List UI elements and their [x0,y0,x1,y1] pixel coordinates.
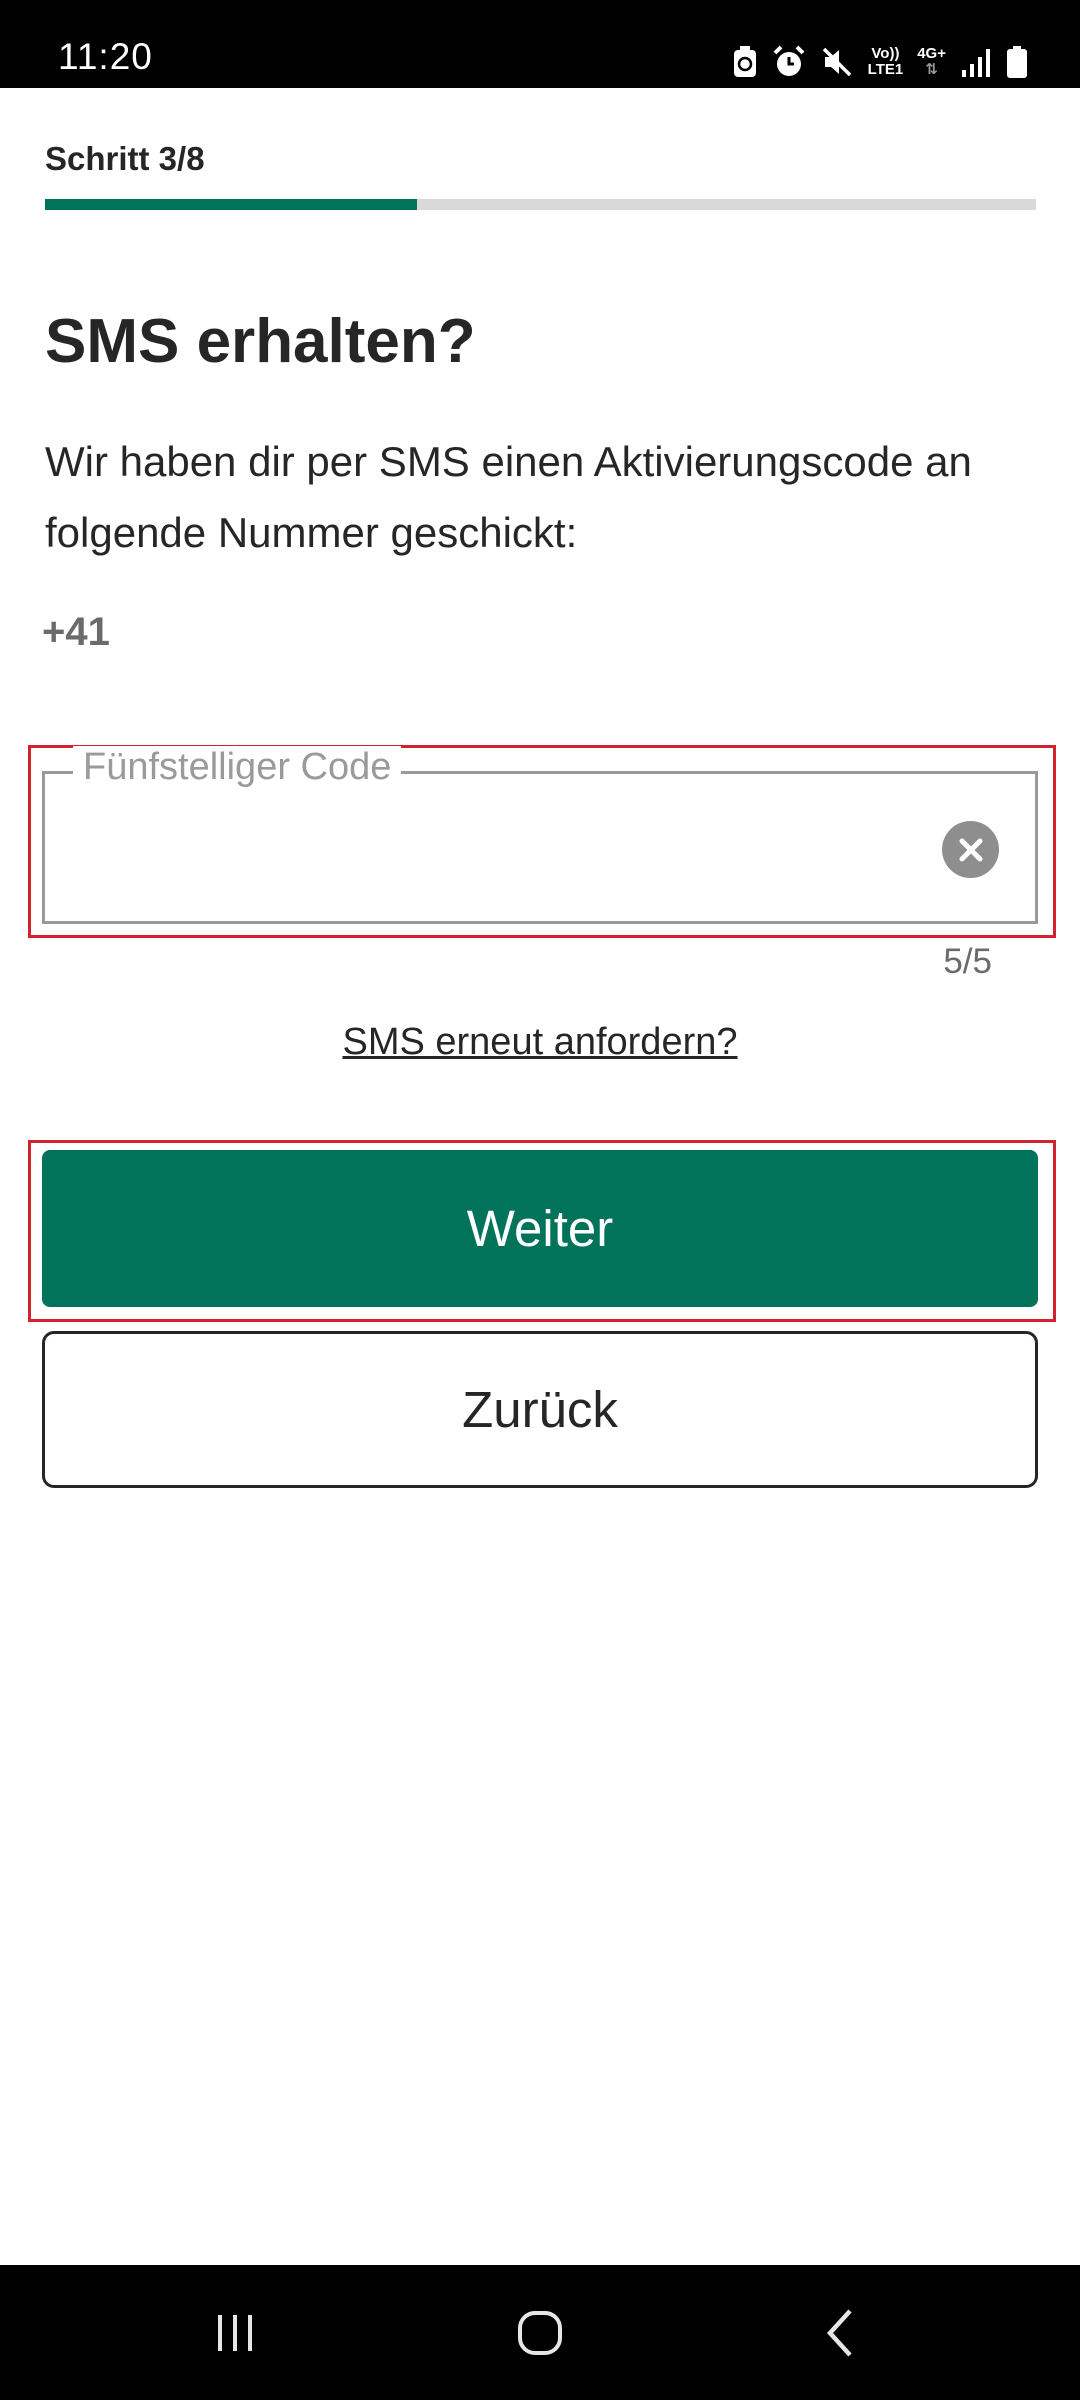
home-button[interactable] [450,2265,630,2400]
step-label: Schritt 3/8 [45,140,205,177]
char-counter: 5/5 [943,942,992,981]
alarm-icon [773,45,805,76]
step-progress-fill [45,199,417,210]
home-icon [518,2310,562,2355]
volte-icon: Vo)) LTE1 [867,45,904,78]
phone-number: +41 [42,610,110,654]
resend-sms-link[interactable]: SMS erneut anfordern? [0,1021,1080,1064]
back-nav-button[interactable] [750,2265,930,2400]
continue-button[interactable]: Weiter [42,1150,1038,1307]
close-icon [959,838,982,861]
back-button[interactable]: Zurück [42,1331,1038,1488]
code-field-label: Fünfstelliger Code [73,746,402,789]
page-title: SMS erhalten? [45,307,476,376]
battery-icon [1007,46,1027,78]
status-time: 11:20 [58,36,153,77]
signal-icon [962,49,990,77]
clear-input-button[interactable] [942,821,999,878]
battery-saver-icon [733,46,756,77]
mute-icon [822,47,851,77]
page-description: Wir haben dir per SMS einen Aktivierungs… [45,438,972,556]
4g-plus-icon: 4G+ ⇅ [917,45,946,78]
status-bar: 11:20 Vo)) LTE1 4G+ ⇅ [0,0,1080,88]
navigation-bar [0,2265,1080,2400]
step-progress-bar [45,199,1036,210]
status-icons: Vo)) LTE1 4G+ ⇅ [732,42,1028,82]
code-field[interactable]: Fünfstelliger Code [42,746,1038,924]
back-icon [826,2308,852,2357]
code-input[interactable] [75,814,939,876]
recent-apps-icon [218,2314,252,2351]
recent-apps-button[interactable] [145,2265,325,2400]
